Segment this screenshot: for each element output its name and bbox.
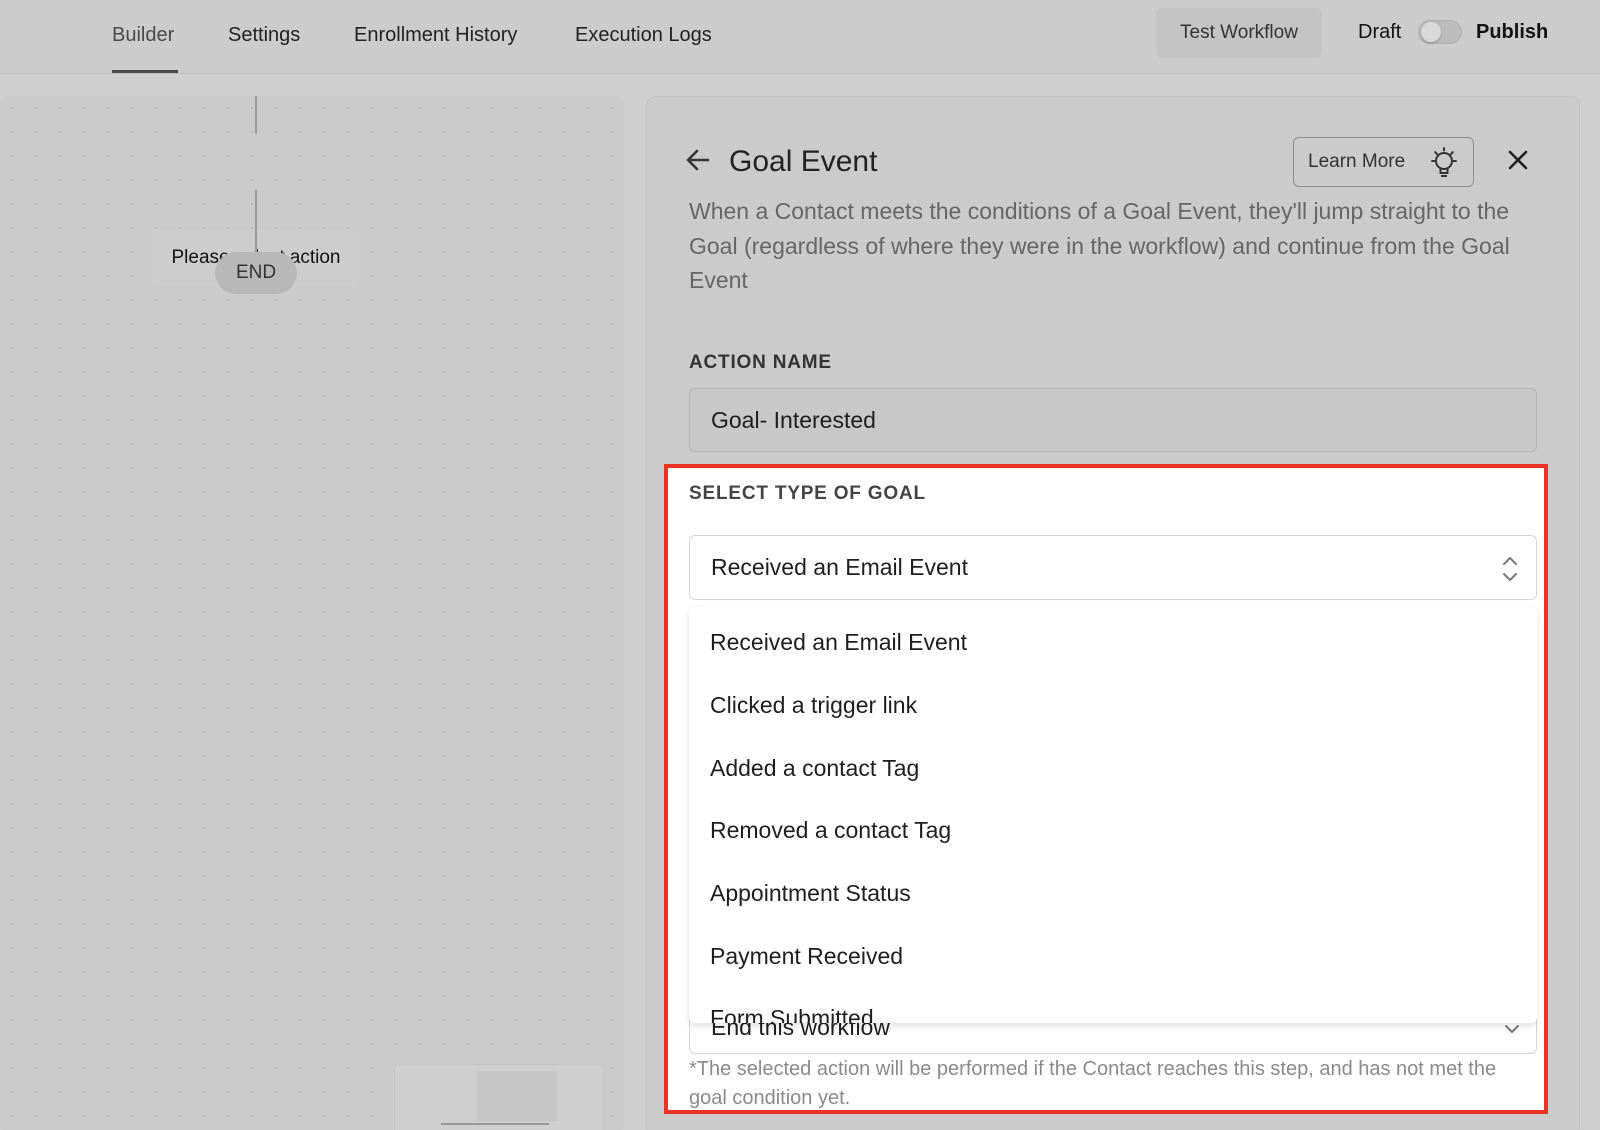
dropdown-option[interactable]: Form Submitted (710, 1005, 874, 1023)
action-name-input[interactable]: Goal- Interested (689, 388, 1537, 452)
draft-label: Draft (1358, 21, 1402, 43)
publish-toggle[interactable] (1418, 20, 1462, 44)
minimap-viewport (477, 1071, 557, 1121)
end-node: END (215, 252, 297, 294)
tab-builder[interactable]: Builder (112, 24, 174, 47)
publish-label: Publish (1476, 21, 1549, 43)
lightbulb-icon (1431, 147, 1457, 177)
learn-more-label: Learn More (1308, 151, 1406, 172)
test-workflow-button[interactable]: Test Workflow (1156, 8, 1322, 58)
action-name-value: Goal- Interested (711, 406, 876, 433)
goal-type-dropdown: Received an Email Event Clicked a trigge… (689, 607, 1537, 1023)
dropdown-option[interactable]: Appointment Status (710, 880, 911, 907)
workflow-canvas[interactable]: Please select action END (0, 96, 624, 1130)
minimap-node (441, 1123, 549, 1125)
toggle-knob (1421, 22, 1441, 42)
dropdown-option[interactable]: Payment Received (710, 943, 903, 970)
goal-type-select[interactable]: Received an Email Event (689, 535, 1537, 600)
learn-more-button[interactable]: Learn More (1293, 137, 1474, 187)
goal-type-label: SELECT TYPE OF GOAL (689, 483, 926, 504)
panel-title: Goal Event (729, 145, 878, 178)
tab-settings[interactable]: Settings (228, 24, 300, 47)
chevron-down-icon (1505, 1025, 1519, 1033)
close-icon[interactable] (1506, 148, 1530, 172)
minimap[interactable] (394, 1064, 604, 1130)
end-action-note: *The selected action will be performed i… (689, 1058, 1497, 1109)
tab-enrollment-history[interactable]: Enrollment History (354, 24, 517, 47)
chevron-up-down-icon (1503, 557, 1517, 581)
active-tab-indicator (112, 70, 178, 73)
dropdown-option[interactable]: Removed a contact Tag (710, 817, 951, 844)
connector-line (255, 96, 257, 134)
top-nav: Builder Settings Enrollment History Exec… (0, 0, 1600, 74)
tab-execution-logs[interactable]: Execution Logs (575, 24, 712, 47)
panel-description: When a Contact meets the conditions of a… (689, 198, 1510, 293)
goal-type-selected-value: Received an Email Event (711, 554, 968, 580)
dropdown-option[interactable]: Added a contact Tag (710, 755, 919, 782)
action-name-label: ACTION NAME (689, 352, 832, 373)
connector-line (255, 190, 257, 252)
dropdown-option[interactable]: Clicked a trigger link (710, 692, 917, 719)
back-arrow-icon[interactable] (684, 146, 712, 174)
dropdown-option[interactable]: Received an Email Event (710, 629, 967, 656)
